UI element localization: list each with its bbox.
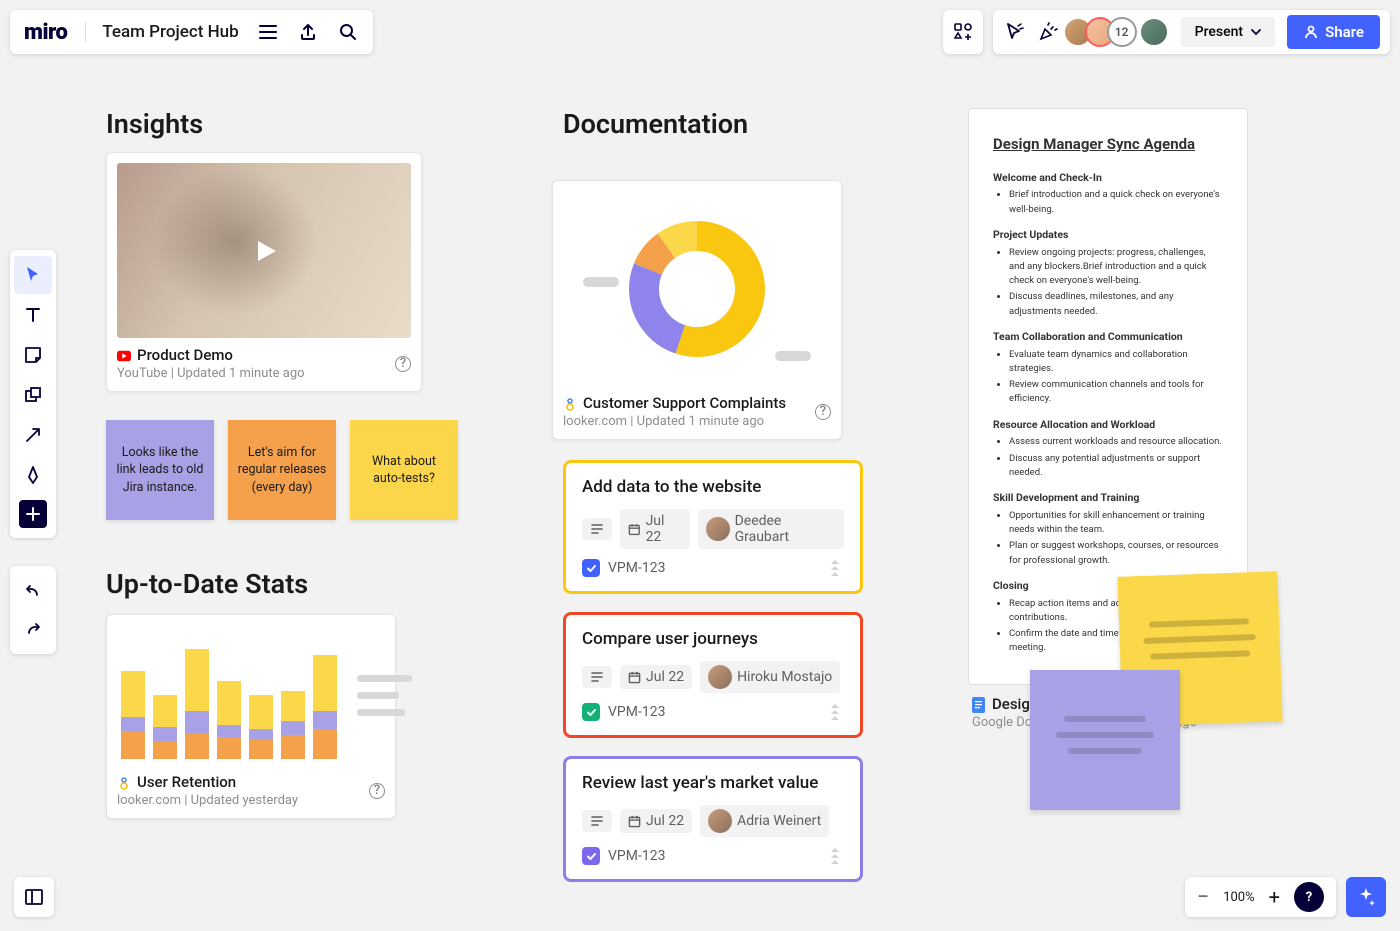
board-title[interactable]: Team Project Hub	[85, 22, 238, 42]
task-title: Add data to the website	[582, 477, 844, 497]
gdocs-icon	[972, 698, 986, 712]
avatar	[708, 665, 732, 689]
bottom-controls: − 100% + ?	[1185, 877, 1386, 917]
toolbar	[10, 250, 56, 538]
stats-card-title: User Retention	[137, 773, 236, 791]
youtube-icon	[117, 349, 131, 363]
task-status-icon	[582, 559, 600, 577]
task-card[interactable]: Review last year's market value Jul 22 A…	[563, 756, 863, 882]
text-tool[interactable]	[14, 296, 52, 334]
stats-card[interactable]: User Retention looker.com | Updated yest…	[106, 614, 396, 819]
apps-button[interactable]	[943, 10, 983, 54]
search-icon[interactable]	[337, 21, 359, 43]
zoom-in-button[interactable]: +	[1269, 885, 1280, 909]
task-card[interactable]: Add data to the website Jul 22 Deedee Gr…	[563, 460, 863, 594]
share-button[interactable]: Share	[1287, 15, 1380, 49]
collab-bar: 12 Present Share	[993, 10, 1390, 54]
task-description-icon[interactable]	[582, 518, 612, 540]
sticky-row: Looks like the link leads to old Jira in…	[106, 420, 458, 520]
info-icon[interactable]: ?	[815, 404, 831, 420]
redo-button[interactable]	[14, 610, 52, 648]
sticky-note[interactable]	[1030, 670, 1180, 810]
play-icon[interactable]	[242, 229, 286, 273]
jira-link-icon[interactable]	[826, 703, 844, 721]
avatar[interactable]	[1139, 17, 1169, 47]
avatar	[708, 809, 732, 833]
help-button[interactable]: ?	[1294, 882, 1324, 912]
donut-card[interactable]: Customer Support Complaints looker.com |…	[552, 180, 842, 440]
task-description-icon[interactable]	[582, 666, 612, 688]
video-thumbnail[interactable]	[117, 163, 411, 338]
looker-icon	[563, 397, 577, 411]
task-id[interactable]: VPM-123	[582, 559, 665, 577]
header-left: miro Team Project Hub	[10, 10, 373, 54]
menu-icon[interactable]	[257, 21, 279, 43]
shape-tool[interactable]	[14, 376, 52, 414]
task-id[interactable]: VPM-123	[582, 703, 665, 721]
sticky-note[interactable]: Let's aim for regular releases (every da…	[228, 420, 336, 520]
zoom-level[interactable]: 100%	[1223, 890, 1254, 905]
zoom-out-button[interactable]: −	[1197, 885, 1210, 910]
info-icon[interactable]: ?	[369, 783, 385, 799]
task-status-icon	[582, 847, 600, 865]
toolbar-history	[10, 566, 56, 654]
info-icon[interactable]: ?	[395, 356, 411, 372]
cursor-icon[interactable]	[1003, 21, 1025, 43]
sticky-tool[interactable]	[14, 336, 52, 374]
avatar-more[interactable]: 12	[1107, 17, 1137, 47]
task-date[interactable]: Jul 22	[620, 509, 690, 549]
present-button[interactable]: Present	[1181, 17, 1275, 47]
avatar	[706, 517, 729, 541]
frames-panel-button[interactable]	[14, 877, 54, 917]
task-card[interactable]: Compare user journeys Jul 22 Hiroku Most…	[563, 612, 863, 738]
task-list: Add data to the website Jul 22 Deedee Gr…	[563, 460, 863, 900]
task-title: Compare user journeys	[582, 629, 844, 649]
bar-chart	[117, 625, 341, 765]
video-card-meta: YouTube | Updated 1 minute ago	[117, 366, 305, 381]
section-title-documentation: Documentation	[563, 108, 748, 140]
task-assignee[interactable]: Adria Weinert	[700, 805, 829, 837]
section-title-stats: Up-to-Date Stats	[106, 568, 308, 600]
task-date[interactable]: Jul 22	[620, 665, 692, 689]
sticky-note[interactable]: What about auto-tests?	[350, 420, 458, 520]
donut-card-title: Customer Support Complaints	[583, 394, 786, 412]
video-card-title: Product Demo	[137, 346, 233, 364]
miro-logo[interactable]: miro	[24, 20, 67, 45]
looker-icon	[117, 776, 131, 790]
add-tool[interactable]	[19, 500, 47, 528]
undo-button[interactable]	[14, 572, 52, 610]
arrow-tool[interactable]	[14, 416, 52, 454]
donut-chart	[563, 191, 831, 386]
export-icon[interactable]	[297, 21, 319, 43]
task-date[interactable]: Jul 22	[620, 809, 692, 833]
task-title: Review last year's market value	[582, 773, 844, 793]
task-id[interactable]: VPM-123	[582, 847, 665, 865]
ai-assist-button[interactable]	[1346, 877, 1386, 917]
header-right: 12 Present Share	[943, 10, 1390, 54]
task-status-icon	[582, 703, 600, 721]
sticky-note[interactable]: Looks like the link leads to old Jira in…	[106, 420, 214, 520]
task-description-icon[interactable]	[582, 810, 612, 832]
avatar-stack[interactable]: 12	[1071, 17, 1169, 47]
confetti-icon[interactable]	[1037, 21, 1059, 43]
zoom-control: − 100% + ?	[1185, 877, 1336, 917]
select-tool[interactable]	[14, 256, 52, 294]
donut-card-meta: looker.com | Updated 1 minute ago	[563, 414, 786, 429]
video-card[interactable]: Product Demo YouTube | Updated 1 minute …	[106, 152, 422, 392]
jira-link-icon[interactable]	[826, 847, 844, 865]
task-assignee[interactable]: Hiroku Mostajo	[700, 661, 840, 693]
chart-legend	[347, 625, 412, 765]
task-assignee[interactable]: Deedee Graubart	[698, 509, 844, 549]
stats-card-meta: looker.com | Updated yesterday	[117, 793, 298, 808]
section-title-insights: Insights	[106, 108, 203, 140]
jira-link-icon[interactable]	[826, 559, 844, 577]
pen-tool[interactable]	[14, 456, 52, 494]
